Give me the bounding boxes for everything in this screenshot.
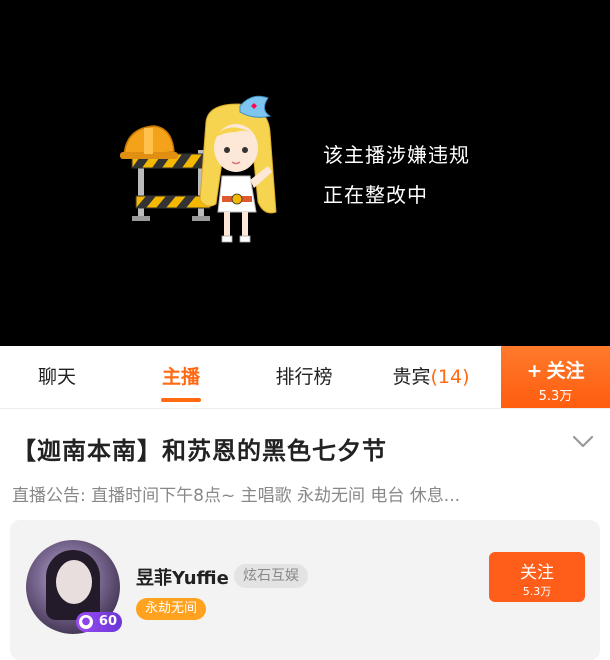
follow-button-label: 关注 bbox=[520, 563, 554, 583]
tab-vip[interactable]: 贵宾(14) bbox=[386, 346, 476, 408]
streamer-name[interactable]: 昱菲Yuffie bbox=[136, 564, 229, 590]
tab-ranking[interactable]: 排行榜 bbox=[268, 346, 340, 408]
streamer-card: ● 60 昱菲Yuffie 炫石互娱 永劫无间 关注 5.3万 bbox=[10, 520, 600, 660]
follow-tab-label: 关注 bbox=[546, 360, 585, 382]
level-value: 60 bbox=[98, 614, 117, 629]
tab-chat-label: 聊天 bbox=[37, 366, 76, 388]
avatar-face bbox=[56, 560, 92, 604]
tab-ranking-label: 排行榜 bbox=[275, 366, 333, 388]
tab-streamer-label: 主播 bbox=[161, 366, 200, 388]
tab-chat[interactable]: 聊天 bbox=[32, 346, 82, 408]
tab-vip-label: 贵宾 bbox=[392, 366, 431, 388]
room-tab-bar: 聊天 主播 排行榜 贵宾(14) + 关注 5.3万 bbox=[0, 346, 610, 409]
tab-vip-count: (14) bbox=[430, 366, 470, 388]
notice-line-2: 正在整改中 bbox=[323, 183, 428, 207]
active-tab-indicator bbox=[161, 398, 201, 402]
agency-badge: 炫石互娱 bbox=[234, 564, 308, 588]
room-title: 【迦南本南】和苏恩的黑色七夕节 bbox=[12, 437, 387, 465]
violation-notice: 该主播涉嫌违规 正在整改中 bbox=[323, 135, 470, 215]
level-badge: ● 60 bbox=[76, 612, 122, 632]
follower-count: 5.3万 bbox=[538, 389, 573, 404]
follow-tab-button[interactable]: + 关注 5.3万 bbox=[501, 346, 610, 408]
mic-icon: ● bbox=[79, 615, 93, 629]
announcement: 直播公告: 直播时间下午8点~ 主唱歌 永劫无间 电台 休息... bbox=[12, 486, 461, 506]
construction-mascot-illustration bbox=[120, 95, 277, 243]
plus-icon: + bbox=[526, 360, 543, 382]
notice-line-1: 该主播涉嫌违规 bbox=[323, 143, 470, 167]
follow-button[interactable]: 关注 5.3万 bbox=[489, 552, 585, 602]
video-player[interactable]: 该主播涉嫌违规 正在整改中 bbox=[0, 0, 610, 346]
follow-button-count: 5.3万 bbox=[522, 585, 552, 598]
room-title-row: 【迦南本南】和苏恩的黑色七夕节 bbox=[0, 409, 610, 475]
game-tag: 永劫无间 bbox=[136, 598, 207, 620]
chevron-down-icon[interactable] bbox=[572, 435, 594, 449]
